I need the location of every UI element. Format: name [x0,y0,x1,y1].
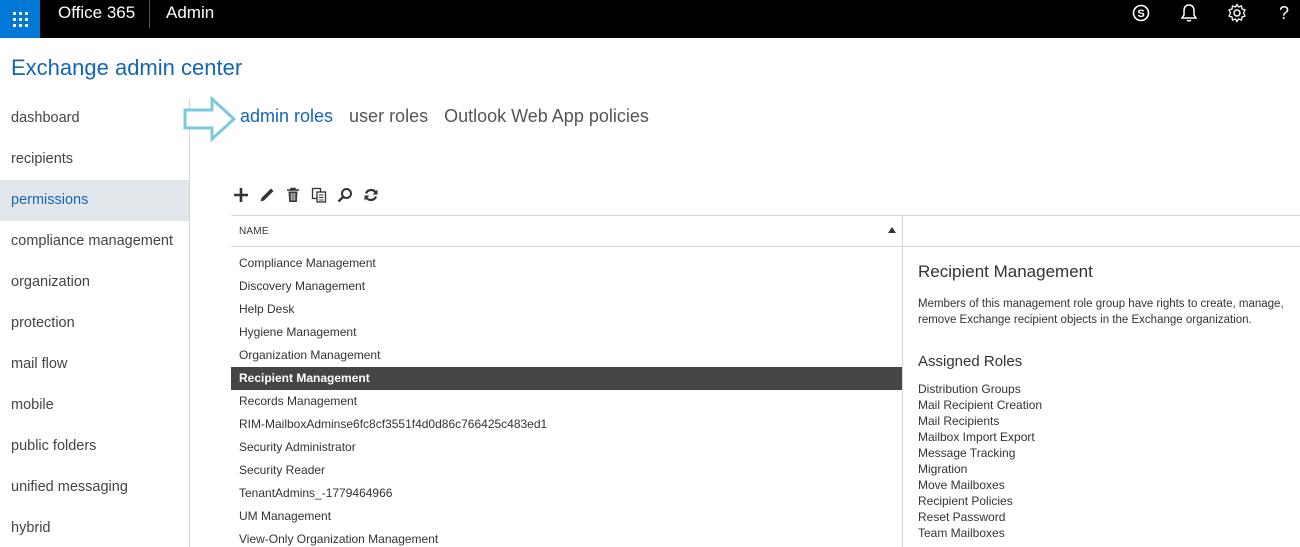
detail-description: Members of this management role group ha… [918,296,1300,328]
table-row[interactable]: Discovery Management [231,275,902,298]
assigned-role-item: Move Mailboxes [918,478,1005,492]
assigned-role-item: Recipient Policies [918,494,1013,508]
assigned-role-item: Distribution Groups [918,382,1021,396]
nav-item-protection[interactable]: protection [0,303,189,344]
nav-item-public-folders[interactable]: public folders [0,426,189,467]
table-row[interactable]: Help Desk [231,298,902,321]
nav-item-hybrid[interactable]: hybrid [0,508,189,547]
page-title: Exchange admin center [11,55,243,80]
detail-title: Recipient Management [918,262,1093,281]
nav-divider [189,98,190,547]
detail-description-line: remove Exchange recipient objects in the… [918,314,1252,326]
skype-icon[interactable]: S [1129,1,1153,25]
nav-item-organization[interactable]: organization [0,262,189,303]
toolbar [231,185,381,205]
refresh-icon[interactable] [361,185,381,205]
table-row[interactable]: Records Management [231,390,902,413]
tab-outlook-web-app-policies[interactable]: Outlook Web App policies [444,106,649,127]
name-column-header[interactable]: NAME [239,226,269,237]
copy-icon[interactable] [309,185,329,205]
assigned-role-item: Message Tracking [918,446,1016,460]
table-row[interactable]: RIM-MailboxAdminse6fc8cf3551f4d0d86c7664… [231,413,902,436]
admin-link[interactable]: Admin [166,0,214,26]
app-launcher-button[interactable] [0,0,40,38]
search-icon[interactable] [335,185,355,205]
table-row[interactable]: Security Administrator [231,436,902,459]
edit-icon[interactable] [257,185,277,205]
nav-item-mail-flow[interactable]: mail flow [0,344,189,385]
table-row[interactable]: Hygiene Management [231,321,902,344]
table-row[interactable]: Organization Management [231,344,902,367]
table-row[interactable]: Security Reader [231,459,902,482]
table-row[interactable]: Compliance Management [231,252,902,275]
nav-item-unified-messaging[interactable]: unified messaging [0,467,189,508]
assigned-roles-list: Distribution Groups Mail Recipient Creat… [918,381,1300,541]
waffle-icon [12,11,28,27]
assigned-role-item: Mail Recipients [918,414,1000,428]
add-icon[interactable] [231,185,251,205]
svg-text:S: S [1137,8,1144,20]
detail-header [902,215,1300,247]
nav-item-dashboard[interactable]: dashboard [0,98,189,139]
detail-description-line: Members of this management role group ha… [918,298,1284,310]
detail-pane: Recipient Management Members of this man… [918,262,1300,541]
help-icon[interactable]: ? [1272,1,1296,25]
assigned-role-item: Mail Recipient Creation [918,398,1043,412]
nav-item-recipients[interactable]: recipients [0,139,189,180]
bell-icon[interactable] [1177,1,1201,25]
nav-item-compliance-management[interactable]: compliance management [0,221,189,262]
assigned-role-item: Migration [918,462,968,476]
gear-icon[interactable] [1225,1,1249,25]
office365-link[interactable]: Office 365 [58,0,135,38]
table-row[interactable]: View-Only Organization Management [231,528,902,547]
assigned-role-item: Mailbox Import Export [918,430,1035,444]
table-row-selected[interactable]: Recipient Management [231,367,902,390]
role-group-list: Compliance Management Discovery Manageme… [231,252,902,547]
brand-divider [149,0,150,28]
list-detail-divider [902,247,903,547]
permissions-tabs: admin roles user roles Outlook Web App p… [240,106,649,127]
assigned-role-item: Reset Password [918,510,1006,524]
nav-item-mobile[interactable]: mobile [0,385,189,426]
assigned-role-item: Team Mailboxes [918,526,1005,540]
assigned-roles-heading: Assigned Roles [918,353,1023,370]
tab-user-roles[interactable]: user roles [349,106,428,127]
tab-admin-roles[interactable]: admin roles [240,106,333,127]
nav-item-permissions[interactable]: permissions [0,180,189,221]
table-row[interactable]: TenantAdmins_-1779464966 [231,482,902,505]
top-bar: Office 365 Admin S ? [0,0,1300,38]
table-row[interactable]: UM Management [231,505,902,528]
sort-ascending-icon[interactable] [888,227,896,233]
list-header[interactable]: NAME [231,215,902,247]
left-nav: dashboard recipients permissions complia… [0,98,189,547]
delete-icon[interactable] [283,185,303,205]
annotation-arrow-icon [183,96,237,142]
